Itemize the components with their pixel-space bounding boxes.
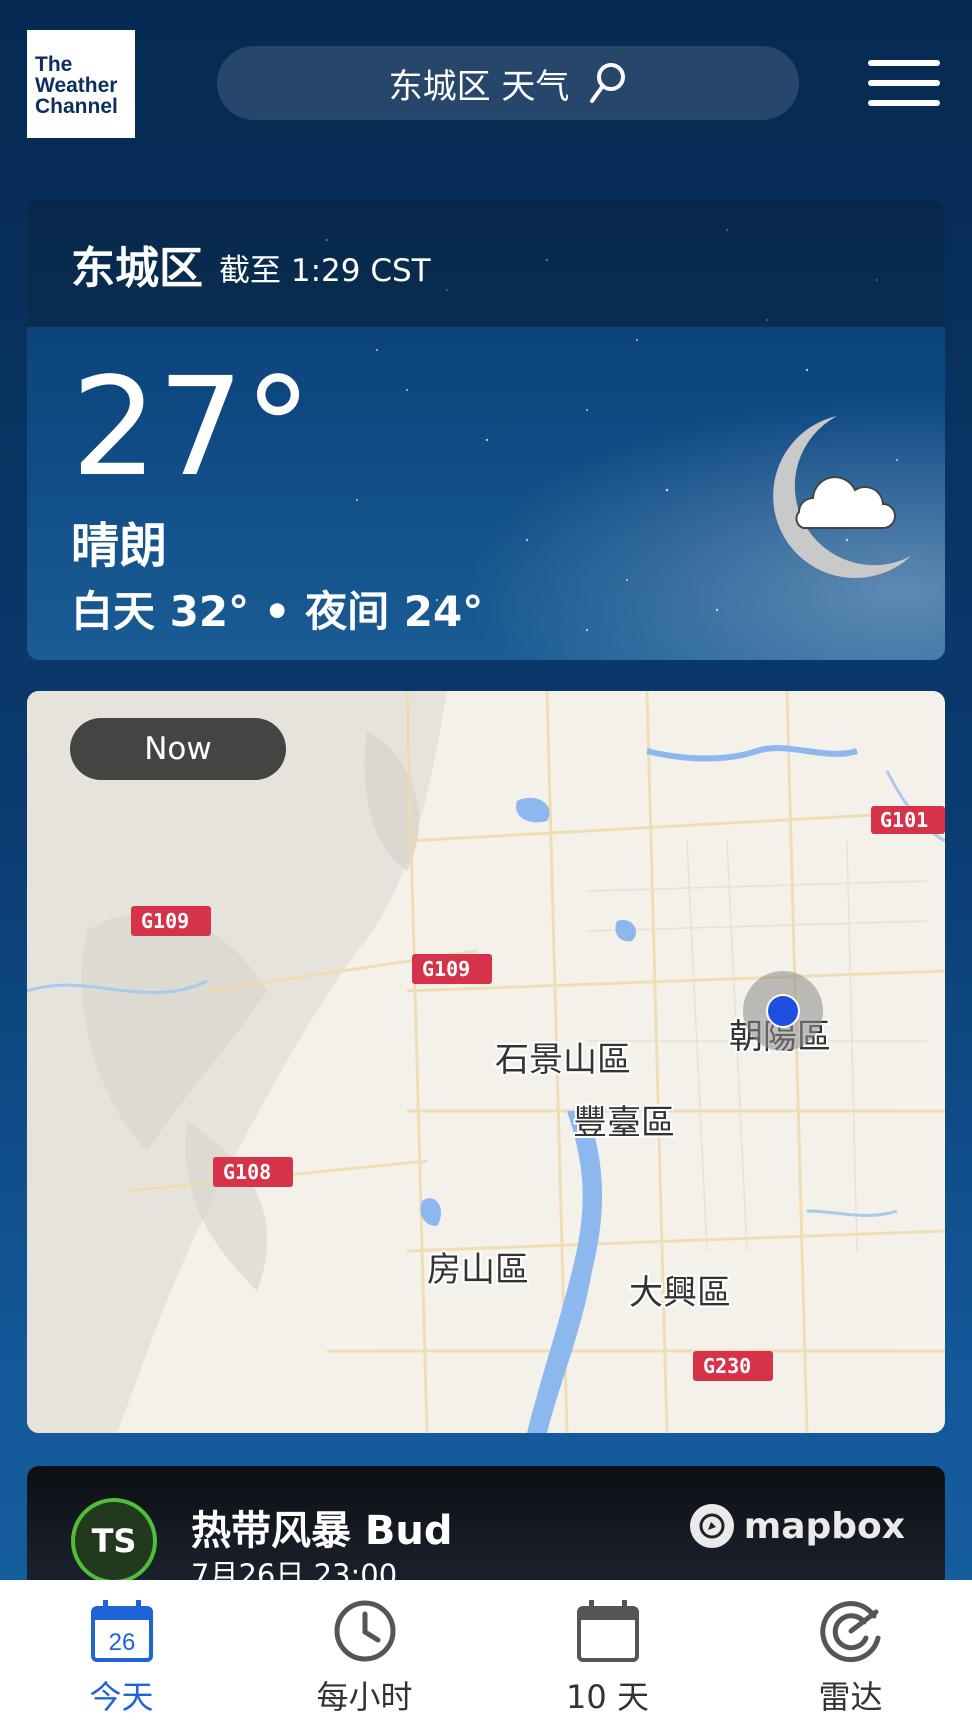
road-label-g108: G108 — [223, 1160, 271, 1184]
clock-icon — [334, 1600, 395, 1662]
current-conditions-card[interactable]: 东城区 截至 1:29 CST 27° 晴朗 白天 32° • 夜间 24° — [27, 200, 945, 660]
map-canvas: G101 G109 G109 G108 G230 朝陽區 石景山區 豐臺區 房山… — [27, 691, 945, 1433]
district-fengtai: 豐臺區 — [573, 1103, 675, 1143]
hi-lo-temperature: 白天 32° • 夜间 24° — [71, 587, 484, 636]
calendar-icon — [576, 1600, 639, 1662]
storm-badge-label: TS — [91, 1522, 137, 1560]
road-label-g109-east: G109 — [422, 957, 470, 981]
search-bar[interactable]: 东城区 天气 — [217, 46, 799, 120]
tab-today-label: 今天 — [89, 1678, 154, 1716]
storm-badge: TS — [71, 1498, 157, 1584]
calendar-day-number: 26 — [108, 1629, 135, 1656]
logo-line-1: The — [35, 53, 73, 76]
city-name: 东城区 — [71, 242, 203, 294]
location-dot — [766, 994, 800, 1028]
storm-card[interactable]: TS 热带风暴 Bud 7月26日 23:00 mapbox — [27, 1466, 945, 1596]
road-label-g230: G230 — [703, 1354, 751, 1378]
logo-line-2: Weather — [35, 74, 118, 97]
district-fangshan: 房山區 — [427, 1250, 529, 1290]
road-label-g101: G101 — [880, 808, 928, 832]
tab-10day[interactable]: 10 天 — [486, 1580, 729, 1718]
search-label: 东城区 天气 — [388, 66, 570, 107]
district-daxing: 大興區 — [629, 1273, 731, 1313]
tab-10day-label: 10 天 — [566, 1678, 649, 1716]
mapbox-text: mapbox — [743, 1505, 905, 1547]
tab-today[interactable]: 26 今天 — [0, 1580, 243, 1718]
tab-hourly-label: 每小时 — [316, 1678, 413, 1716]
calendar-day-icon: 26 — [90, 1600, 153, 1662]
logo-line-3: Channel — [35, 95, 118, 118]
storm-name: 热带风暴 Bud — [191, 1508, 453, 1554]
tab-radar-label: 雷达 — [818, 1678, 883, 1716]
mapbox-icon — [689, 1504, 734, 1548]
district-shijingshan: 石景山區 — [495, 1040, 631, 1080]
map-time-pill[interactable]: Now — [70, 718, 286, 780]
map-time-label: Now — [144, 731, 212, 767]
as-of-time: 截至 1:29 CST — [219, 253, 431, 289]
weather-channel-logo[interactable]: The Weather Channel — [27, 30, 135, 138]
condition-text: 晴朗 — [71, 518, 168, 574]
tab-radar[interactable]: 雷达 — [729, 1580, 972, 1718]
radar-map[interactable]: G101 G109 G109 G108 G230 朝陽區 石景山區 豐臺區 房山… — [27, 691, 945, 1433]
tab-hourly[interactable]: 每小时 — [243, 1580, 486, 1718]
mapbox-attribution: mapbox — [689, 1504, 905, 1548]
search-icon — [590, 63, 626, 103]
radar-icon — [819, 1601, 880, 1663]
moon-cloud-icon — [773, 416, 911, 578]
road-label-g109-west: G109 — [141, 909, 189, 933]
current-temperature: 27° — [71, 349, 313, 507]
bottom-tab-bar: 26 今天 每小时 10 天 雷达 — [0, 1580, 972, 1728]
location-header: 东城区 截至 1:29 CST — [27, 200, 945, 327]
hamburger-menu-icon[interactable] — [868, 60, 940, 108]
